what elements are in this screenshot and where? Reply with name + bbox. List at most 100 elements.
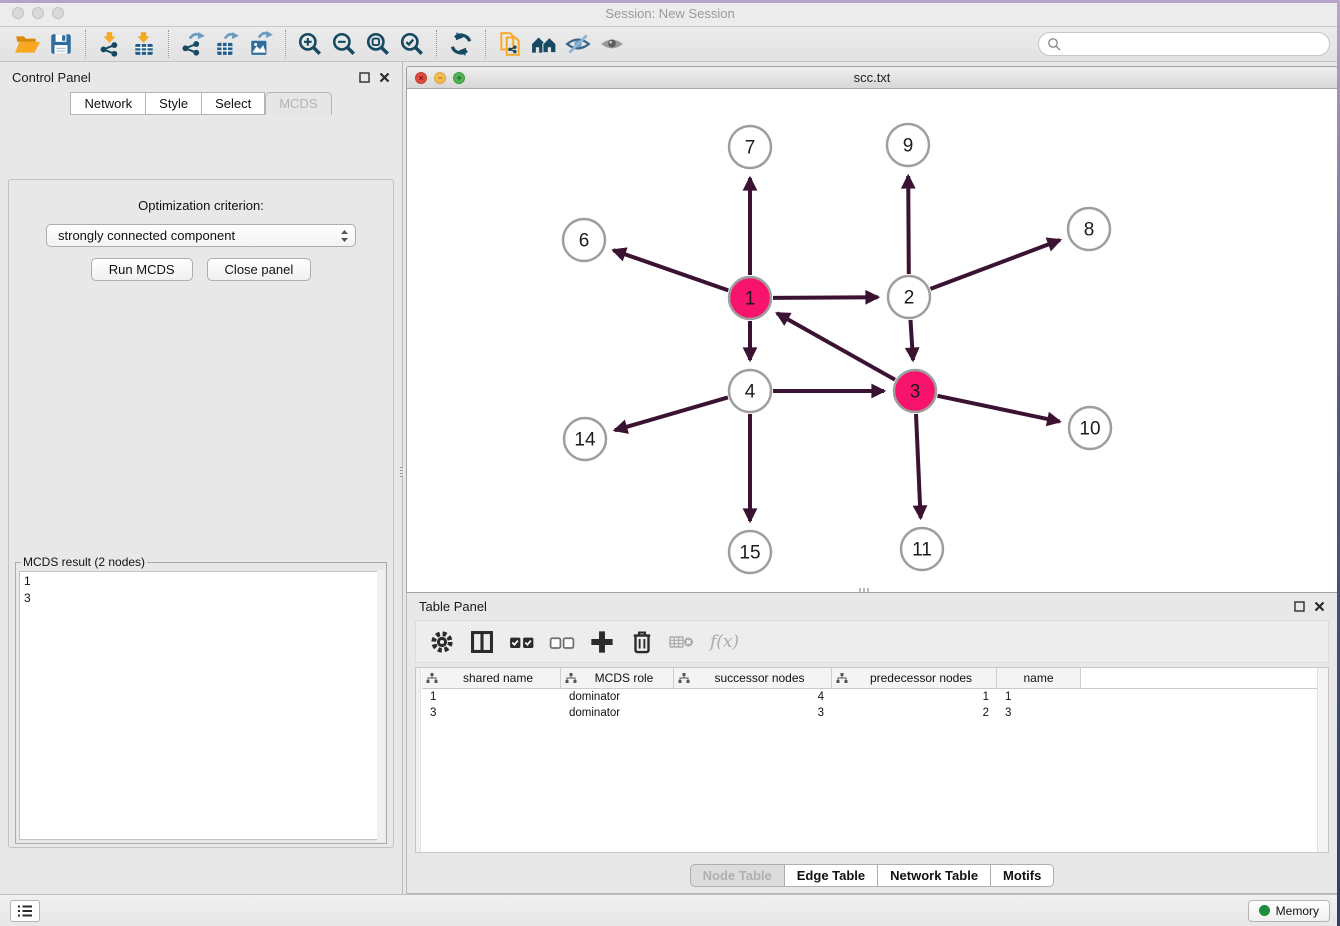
- table-cell: dominator: [561, 705, 674, 721]
- table-cell: 1: [422, 689, 561, 705]
- save-session-button[interactable]: [44, 29, 78, 59]
- table-scrollbar[interactable]: [1317, 668, 1328, 852]
- edge-3-1[interactable]: [777, 313, 895, 380]
- tab-mcds[interactable]: MCDS: [265, 92, 331, 115]
- zoom-in-button[interactable]: [293, 29, 327, 59]
- show-all-button[interactable]: [595, 29, 629, 59]
- edge-2-3[interactable]: [911, 320, 914, 360]
- column-header-successor-nodes[interactable]: successor nodes: [674, 668, 832, 688]
- tab-motifs[interactable]: Motifs: [991, 864, 1054, 887]
- tab-edge-table[interactable]: Edge Table: [785, 864, 878, 887]
- node-1[interactable]: 1: [729, 277, 771, 319]
- export-network-button[interactable]: [176, 29, 210, 59]
- export-table-button[interactable]: [210, 29, 244, 59]
- tab-style[interactable]: Style: [146, 92, 202, 115]
- window-controls[interactable]: [12, 7, 64, 19]
- column-header-name[interactable]: name: [997, 668, 1081, 688]
- delete-table-button[interactable]: [664, 625, 700, 659]
- plus-icon: [589, 629, 615, 655]
- export-image-button[interactable]: [244, 29, 278, 59]
- mcds-result-fieldset: MCDS result (2 nodes) 1 3: [15, 555, 387, 844]
- network-graph[interactable]: 1 2 3 4 6 7 8 9 10 11 14 15: [407, 89, 1338, 593]
- network-canvas[interactable]: 1 2 3 4 6 7 8 9 10 11 14 15: [407, 89, 1337, 593]
- float-panel-icon[interactable]: [359, 72, 370, 83]
- table-settings-button[interactable]: [424, 625, 460, 659]
- duplicate-network-button[interactable]: [493, 29, 527, 59]
- run-mcds-button[interactable]: Run MCDS: [91, 258, 193, 281]
- minimize-network-icon[interactable]: −: [434, 72, 446, 84]
- search-input[interactable]: [1061, 37, 1321, 51]
- column-header-MCDS-role[interactable]: MCDS role: [561, 668, 674, 688]
- minimize-window-icon[interactable]: [32, 7, 44, 19]
- node-11[interactable]: 11: [901, 528, 943, 570]
- network-window: × − + scc.txt 1 2 3 4 6 7 8 9 10 11 14 15: [406, 66, 1338, 593]
- network-window-titlebar: × − + scc.txt: [407, 67, 1337, 89]
- select-all-columns-button[interactable]: [504, 625, 540, 659]
- close-panel-button[interactable]: Close panel: [207, 258, 312, 281]
- delete-column-button[interactable]: [624, 625, 660, 659]
- zoom-fit-button[interactable]: [361, 29, 395, 59]
- memory-button[interactable]: Memory: [1248, 900, 1330, 922]
- table-header-row: shared nameMCDS rolesuccessor nodesprede…: [422, 668, 1328, 689]
- column-header-predecessor-nodes[interactable]: predecessor nodes: [832, 668, 997, 688]
- node-4[interactable]: 4: [729, 370, 771, 412]
- close-window-icon[interactable]: [12, 7, 24, 19]
- open-session-button[interactable]: [10, 29, 44, 59]
- task-history-button[interactable]: [10, 900, 40, 922]
- deselect-all-columns-button[interactable]: [544, 625, 580, 659]
- table-row[interactable]: 3dominator323: [422, 705, 1328, 721]
- import-table-button[interactable]: [127, 29, 161, 59]
- close-panel-icon[interactable]: [379, 72, 390, 83]
- zoom-window-icon[interactable]: [52, 7, 64, 19]
- table-left-lane: [416, 668, 421, 852]
- hide-selected-button[interactable]: [561, 29, 595, 59]
- edge-3-10[interactable]: [938, 396, 1060, 422]
- edge-1-2[interactable]: [773, 297, 878, 298]
- tab-select[interactable]: Select: [202, 92, 265, 115]
- criterion-select[interactable]: strongly connected component: [46, 224, 356, 247]
- control-panel-title: Control Panel: [12, 70, 91, 85]
- edge-3-11[interactable]: [916, 414, 921, 518]
- edge-4-14[interactable]: [615, 397, 728, 430]
- node-15[interactable]: 15: [729, 531, 771, 573]
- tab-node-table[interactable]: Node Table: [690, 864, 785, 887]
- node-8[interactable]: 8: [1068, 208, 1110, 250]
- toolbar-separator: [285, 30, 286, 58]
- panel-divider-grip[interactable]: [400, 467, 403, 477]
- close-table-panel-icon[interactable]: [1314, 601, 1325, 612]
- column-type-icon: [678, 673, 690, 684]
- column-header-shared-name[interactable]: shared name: [422, 668, 561, 688]
- maximize-network-icon[interactable]: +: [453, 72, 465, 84]
- node-14[interactable]: 14: [564, 418, 606, 460]
- import-table-icon: [131, 31, 157, 57]
- network-window-controls[interactable]: × − +: [415, 72, 465, 84]
- refresh-button[interactable]: [444, 29, 478, 59]
- node-6[interactable]: 6: [563, 219, 605, 261]
- node-9[interactable]: 9: [887, 124, 929, 166]
- zoom-selected-button[interactable]: [395, 29, 429, 59]
- table-row[interactable]: 1dominator411: [422, 689, 1328, 705]
- node-7[interactable]: 7: [729, 126, 771, 168]
- function-builder-button[interactable]: f(x): [704, 632, 745, 652]
- edge-2-9[interactable]: [908, 176, 909, 274]
- add-column-button[interactable]: [584, 625, 620, 659]
- float-table-panel-icon[interactable]: [1294, 601, 1305, 612]
- result-scrollbar[interactable]: [377, 570, 385, 842]
- edge-2-8[interactable]: [931, 240, 1061, 289]
- node-10[interactable]: 10: [1069, 407, 1111, 449]
- home-networks-button[interactable]: [527, 29, 561, 59]
- node-3[interactable]: 3: [894, 370, 936, 412]
- trash-icon: [629, 629, 655, 655]
- split-column-button[interactable]: [464, 625, 500, 659]
- canvas-resize-grip[interactable]: [859, 588, 869, 592]
- search-field[interactable]: [1038, 32, 1330, 56]
- tab-network-table[interactable]: Network Table: [878, 864, 991, 887]
- mcds-result-text[interactable]: 1 3: [19, 571, 383, 840]
- edge-1-6[interactable]: [613, 250, 728, 290]
- zoom-out-button[interactable]: [327, 29, 361, 59]
- node-2[interactable]: 2: [888, 276, 930, 318]
- import-network-button[interactable]: [93, 29, 127, 59]
- close-network-icon[interactable]: ×: [415, 72, 427, 84]
- tab-network[interactable]: Network: [70, 92, 146, 115]
- export-table-icon: [214, 31, 240, 57]
